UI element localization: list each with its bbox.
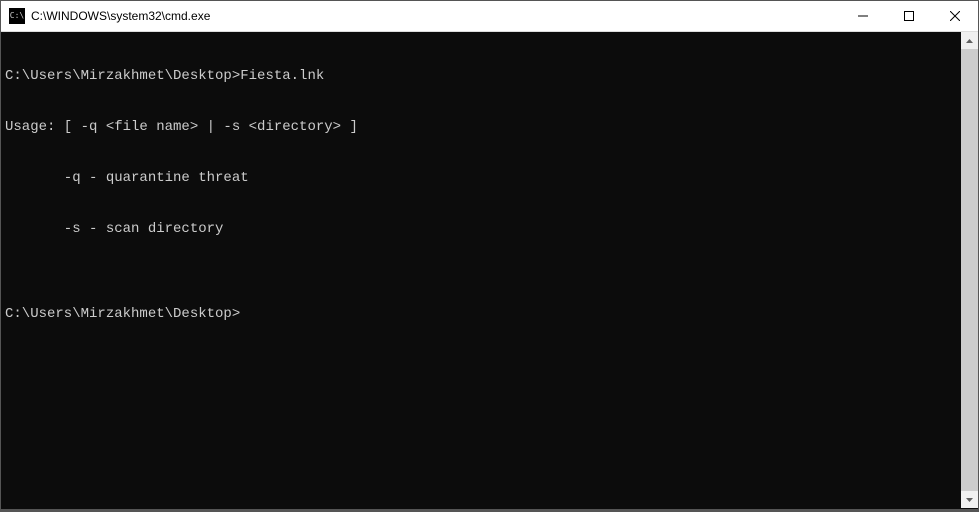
maximize-button[interactable] <box>886 1 932 31</box>
console-line: Usage: [ -q <file name> | -s <directory>… <box>5 119 978 136</box>
console-line: C:\Users\Mirzakhmet\Desktop>Fiesta.lnk <box>5 68 978 85</box>
scroll-thumb[interactable] <box>961 49 978 491</box>
cmd-icon: C:\ <box>9 8 25 24</box>
close-icon <box>950 11 960 21</box>
vertical-scrollbar[interactable] <box>961 32 978 508</box>
chevron-up-icon <box>966 39 973 43</box>
titlebar[interactable]: C:\ C:\WINDOWS\system32\cmd.exe <box>1 1 978 32</box>
console-line: -q - quarantine threat <box>5 170 978 187</box>
cmd-window: C:\ C:\WINDOWS\system32\cmd.exe C:\Users… <box>0 0 979 510</box>
scroll-down-button[interactable] <box>961 491 978 508</box>
console-output[interactable]: C:\Users\Mirzakhmet\Desktop>Fiesta.lnk U… <box>1 32 978 509</box>
minimize-button[interactable] <box>840 1 886 31</box>
close-button[interactable] <box>932 1 978 31</box>
console-line: C:\Users\Mirzakhmet\Desktop> <box>5 306 978 323</box>
scroll-track[interactable] <box>961 49 978 491</box>
console-line: -s - scan directory <box>5 221 978 238</box>
window-controls <box>840 1 978 31</box>
cmd-icon-glyph: C:\ <box>10 12 24 20</box>
window-title: C:\WINDOWS\system32\cmd.exe <box>31 9 840 23</box>
scroll-up-button[interactable] <box>961 32 978 49</box>
maximize-icon <box>904 11 914 21</box>
chevron-down-icon <box>966 498 973 502</box>
minimize-icon <box>858 11 868 21</box>
